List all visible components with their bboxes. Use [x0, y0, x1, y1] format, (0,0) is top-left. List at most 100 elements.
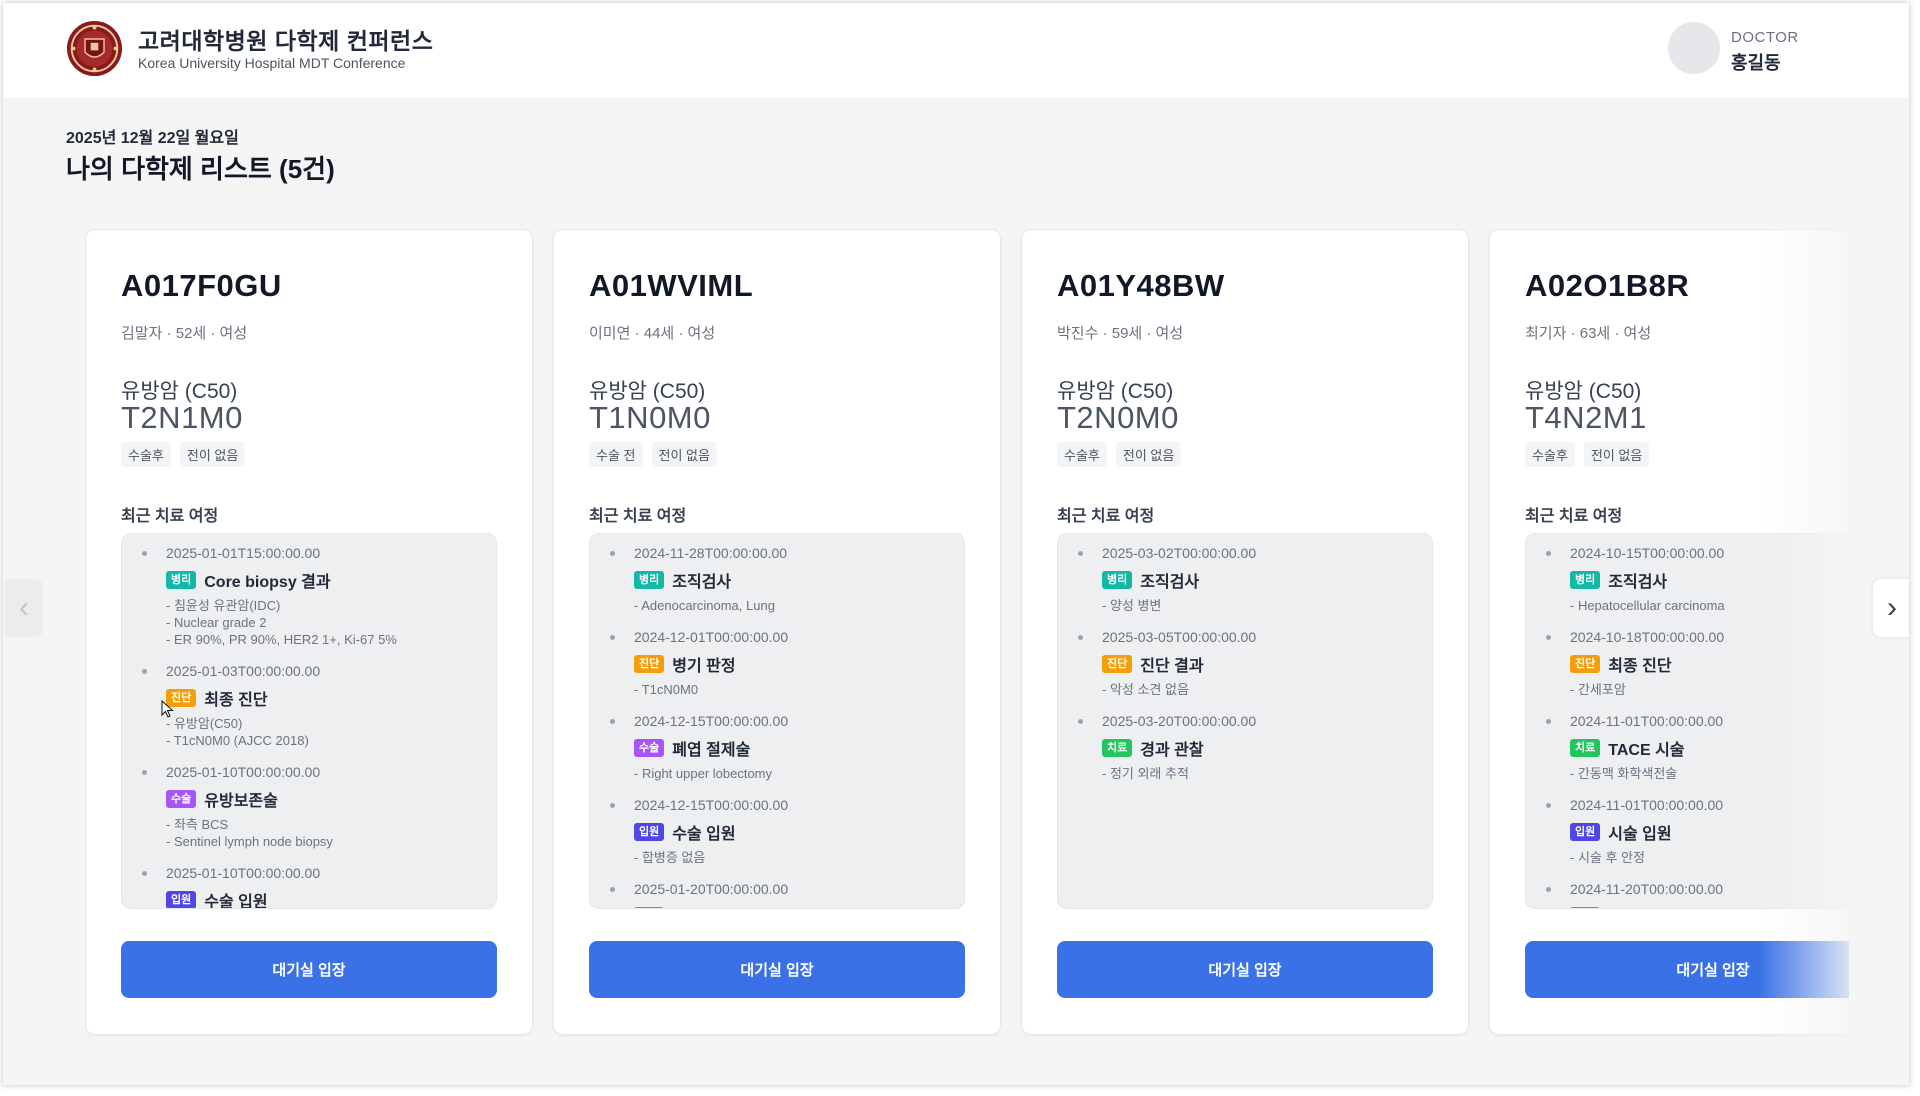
timeline-title: 항암 치료 — [1608, 904, 1671, 908]
timeline-date: 2024-11-01T00:00:00.00 — [1570, 797, 1724, 813]
bullet-icon — [142, 871, 147, 876]
status-tag: 수술 전 — [589, 442, 643, 467]
timeline-title: 최종 진단 — [1608, 658, 1672, 675]
timeline-title: 조직검사 — [672, 574, 732, 591]
bullet-icon — [610, 803, 615, 808]
event-type-badge: 치료 — [1570, 739, 1601, 757]
timeline-label: 최근 치료 여정 — [589, 508, 687, 525]
timeline-item: 2024-11-01T00:00:00.00 치료 TACE 시술 - 간동맥 화학색… — [1526, 712, 1849, 782]
bullet-icon — [1078, 551, 1083, 556]
timeline-detail: - 악성 소견 없음 — [1102, 682, 1189, 697]
timeline-title: 병기 판정 — [672, 658, 736, 675]
timeline-detail: - 간세포암 — [1570, 682, 1626, 697]
carousel-prev-button[interactable]: ‹ — [5, 579, 43, 637]
patient-info: 이미연 · 44세 · 여성 — [589, 325, 716, 342]
timeline-title: Core biopsy 결과 — [204, 574, 331, 591]
tnm-stage: T2N0M0 — [1057, 400, 1179, 435]
avatar[interactable] — [1668, 22, 1720, 74]
enter-waiting-room-button[interactable]: 대기실 입장 — [1525, 941, 1849, 998]
date-label: 2025년 12월 22일 월요일 — [66, 130, 239, 147]
page-title: 나의 다학제 리스트 (5건) — [66, 154, 335, 184]
conference-card[interactable]: A01Y48BW 박진수 · 59세 · 여성 유방암 (C50) T2N0M0 수술후… — [1021, 229, 1469, 1035]
bullet-icon — [610, 635, 615, 640]
timeline-date: 2024-10-18T00:00:00.00 — [1570, 629, 1725, 645]
conference-card[interactable]: A01WVIML 이미연 · 44세 · 여성 유방암 (C50) T1N0M0 수술 … — [553, 229, 1001, 1035]
carousel-next-button[interactable]: › — [1873, 579, 1909, 637]
timeline-item: 2024-10-18T00:00:00.00 진단 최종 진단 - 간세포암 — [1526, 628, 1849, 698]
timeline-detail: - Adenocarcinoma, Lung — [634, 598, 775, 613]
timeline-detail: - 정기 외래 추적 — [1102, 766, 1189, 781]
event-type-badge: 진단 — [1102, 655, 1133, 673]
status-tag: 수술후 — [1525, 442, 1575, 467]
treatment-timeline[interactable]: 2025-01-01T15:00:00.00 병리 Core biopsy 결과 - … — [121, 533, 497, 909]
timeline-title: 유방보존술 — [204, 793, 278, 810]
timeline-date: 2025-03-20T00:00:00.00 — [1102, 713, 1257, 729]
brand-subtitle: Korea University Hospital MDT Conference — [138, 55, 406, 71]
timeline-date: 2025-01-03T00:00:00.00 — [166, 663, 321, 679]
conference-card[interactable]: A02O1B8R 최기자 · 63세 · 여성 유방암 (C50) T4N2M1 수술후… — [1489, 229, 1849, 1035]
timeline-item: 2024-12-15T00:00:00.00 수술 폐엽 절제술 - Right up… — [590, 712, 964, 782]
case-id: A01WVIML — [589, 268, 754, 303]
timeline-title: 최종 진단 — [204, 692, 268, 709]
bullet-icon — [142, 551, 147, 556]
enter-waiting-room-button[interactable]: 대기실 입장 — [589, 941, 965, 998]
event-type-badge: 진단 — [634, 655, 665, 673]
timeline-item: 2024-10-15T00:00:00.00 병리 조직검사 - Hepatocell… — [1526, 544, 1849, 614]
timeline-item: 2025-01-10T00:00:00.00 수술 유방보존술 - 좌측 BCS - S… — [122, 763, 496, 850]
timeline-item: 2025-01-03T00:00:00.00 진단 최종 진단 - 유방암(C50) -… — [122, 662, 496, 749]
timeline-detail: - Sentinel lymph node biopsy — [166, 834, 333, 849]
status-tag: 전이 없음 — [179, 442, 246, 467]
timeline-item: 2024-12-15T00:00:00.00 입원 수술 입원 - 합병증 없음 — [590, 796, 964, 866]
timeline-date: 2025-03-05T00:00:00.00 — [1102, 629, 1257, 645]
bullet-icon — [610, 719, 615, 724]
timeline-item: 2025-01-01T15:00:00.00 병리 Core biopsy 결과 - … — [122, 544, 496, 648]
university-seal-logo[interactable] — [66, 20, 123, 77]
patient-info: 최기자 · 63세 · 여성 — [1525, 325, 1652, 342]
event-type-badge: 입원 — [634, 823, 665, 841]
timeline-date: 2024-11-01T00:00:00.00 — [1570, 713, 1724, 729]
header: 고려대학병원 다학제 컨퍼런스 Korea University Hospita… — [3, 3, 1909, 98]
timeline-title: 수술 입원 — [204, 894, 268, 909]
timeline-detail: - 유방암(C50) — [166, 716, 243, 731]
event-type-badge: 수술 — [166, 790, 197, 808]
timeline-item: 2025-01-10T00:00:00.00 입원 수술 입원 — [122, 864, 496, 909]
mouse-cursor-icon — [161, 700, 174, 718]
enter-waiting-room-button[interactable]: 대기실 입장 — [1057, 941, 1433, 998]
status-tag: 수술후 — [121, 442, 171, 467]
bullet-icon — [1546, 803, 1551, 808]
chevron-left-icon: ‹ — [19, 591, 29, 624]
timeline-date: 2025-03-02T00:00:00.00 — [1102, 545, 1257, 561]
treatment-timeline[interactable]: 2024-10-15T00:00:00.00 병리 조직검사 - Hepatocell… — [1525, 533, 1849, 909]
event-type-badge: 병리 — [634, 571, 665, 589]
bullet-icon — [1546, 719, 1551, 724]
bullet-icon — [610, 887, 615, 892]
timeline-detail: - 좌측 BCS — [166, 817, 229, 832]
enter-waiting-room-button[interactable]: 대기실 입장 — [121, 941, 497, 998]
bullet-icon — [1546, 635, 1551, 640]
case-id: A01Y48BW — [1057, 268, 1225, 303]
bullet-icon — [1546, 551, 1551, 556]
conference-card[interactable]: A017F0GU 김말자 · 52세 · 여성 유방암 (C50) T2N1M0 수술후… — [85, 229, 533, 1035]
timeline-item: 2025-03-20T00:00:00.00 치료 경과 관찰 - 정기 외래 추적 — [1058, 712, 1432, 782]
conference-carousel: A017F0GU 김말자 · 52세 · 여성 유방암 (C50) T2N1M0 수술후… — [85, 229, 1849, 1037]
event-type-badge: 진단 — [1570, 655, 1601, 673]
timeline-detail: - 침윤성 유관암(IDC) — [166, 598, 281, 613]
bullet-icon — [1546, 887, 1551, 892]
timeline-title: 수술 입원 — [672, 826, 736, 843]
bullet-icon — [1078, 635, 1083, 640]
event-type-badge: 병리 — [1102, 571, 1133, 589]
timeline-title: 폐엽 절제술 — [672, 742, 751, 759]
timeline-title: 조직검사 — [1140, 574, 1200, 591]
treatment-timeline[interactable]: 2024-11-28T00:00:00.00 병리 조직검사 - Adenocarci… — [589, 533, 965, 909]
status-tag: 전이 없음 — [1115, 442, 1182, 467]
bullet-icon — [610, 551, 615, 556]
user-name[interactable]: 홍길동 — [1731, 49, 1781, 75]
timeline-date: 2025-01-20T00:00:00.00 — [634, 881, 789, 897]
timeline-detail: - 간동맥 화학색전술 — [1570, 766, 1678, 781]
timeline-date: 2025-01-01T15:00:00.00 — [166, 545, 321, 561]
case-id: A02O1B8R — [1525, 268, 1690, 303]
event-type-badge: 입원 — [1570, 823, 1601, 841]
treatment-timeline[interactable]: 2025-03-02T00:00:00.00 병리 조직검사 - 양성 병변 2025-… — [1057, 533, 1433, 909]
timeline-item: 2024-11-20T00:00:00.00 치료 항암 치료 — [1526, 880, 1849, 908]
timeline-detail: - 합병증 없음 — [634, 850, 706, 865]
